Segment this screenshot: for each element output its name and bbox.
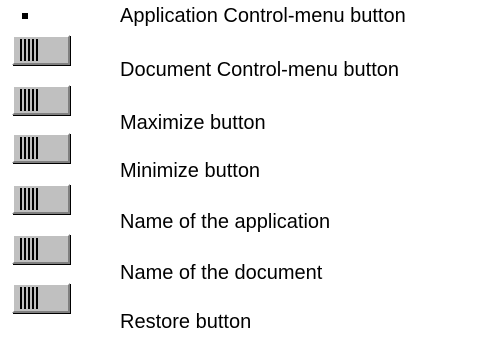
barcode-icon: [20, 89, 40, 111]
hotspot-button-restore[interactable]: [12, 283, 70, 313]
barcode-icon: [20, 137, 40, 159]
item-label-application-name: Name of the application: [120, 211, 331, 233]
hotspot-button-document-control-menu[interactable]: [12, 35, 70, 65]
barcode-icon: [20, 39, 40, 61]
item-label-minimize: Minimize button: [120, 160, 261, 182]
hotspot-button-document-name[interactable]: [12, 234, 70, 264]
barcode-icon: [20, 287, 40, 309]
item-label-document-control-menu: Document Control-menu button: [120, 59, 400, 81]
item-label-maximize: Maximize button: [120, 112, 266, 134]
bullet-icon: [22, 13, 28, 19]
barcode-icon: [20, 188, 40, 210]
hotspot-button-maximize[interactable]: [12, 85, 70, 115]
barcode-icon: [20, 238, 40, 260]
hotspot-button-application-name[interactable]: [12, 184, 70, 214]
hotspot-button-minimize[interactable]: [12, 133, 70, 163]
item-label-restore: Restore button: [120, 311, 252, 333]
item-label-application-control-menu: Application Control-menu button: [120, 5, 406, 27]
item-label-document-name: Name of the document: [120, 262, 323, 284]
